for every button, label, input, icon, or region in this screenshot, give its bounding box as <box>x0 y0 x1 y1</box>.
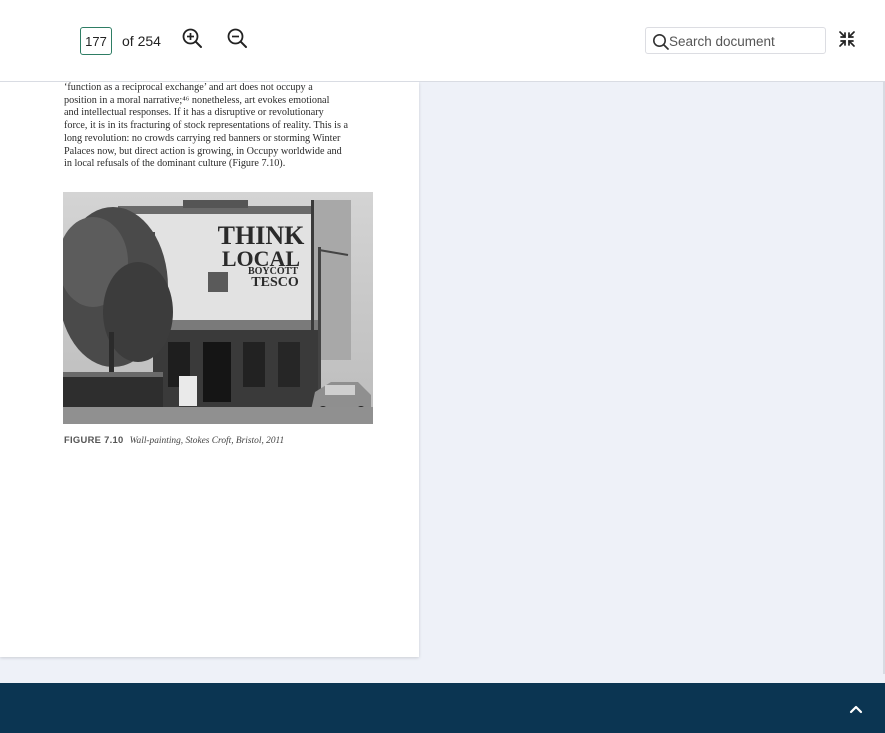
document-viewer[interactable]: ‘function as a reciprocal exchange’ and … <box>0 82 885 674</box>
search-icon <box>653 34 669 50</box>
search-input[interactable] <box>669 30 821 52</box>
body-line: and intellectual responses. If it has a … <box>64 107 324 119</box>
zoom-in-icon[interactable] <box>181 27 203 49</box>
page-total-label: of 254 <box>122 33 161 49</box>
collapse-icon[interactable] <box>838 30 856 48</box>
figure-photo: THINK LOCAL BOYCOTT TESCO <box>63 192 373 424</box>
page-number-input[interactable] <box>80 27 112 55</box>
body-line: in local refusals of the dominant cultur… <box>64 158 286 170</box>
body-line: long revolution: no crowds carrying red … <box>64 132 341 144</box>
body-line: force, it is in its fracturing of stock … <box>64 120 349 132</box>
body-line: position in a moral narrative;⁴⁶ nonethe… <box>64 94 330 106</box>
chevron-up-icon[interactable] <box>846 699 866 719</box>
figure-caption: FIGURE 7.10 Wall-painting, Stokes Croft, … <box>64 434 284 446</box>
document-toolbar: of 254 <box>0 0 885 82</box>
document-page: ‘function as a reciprocal exchange’ and … <box>0 82 419 657</box>
body-line: Palaces now, but direct action is growin… <box>64 145 342 157</box>
footer-bar <box>0 683 885 733</box>
figure-caption-text: Wall-painting, Stokes Croft, Bristol, 20… <box>129 436 285 446</box>
search-box <box>645 27 826 54</box>
body-line: ‘function as a reciprocal exchange’ and … <box>64 82 313 93</box>
page-body-text: ‘function as a reciprocal exchange’ and … <box>64 82 374 171</box>
figure-caption-label: FIGURE 7.10 <box>64 434 124 445</box>
sign-line: TESCO <box>251 275 299 290</box>
zoom-out-icon[interactable] <box>226 27 248 49</box>
